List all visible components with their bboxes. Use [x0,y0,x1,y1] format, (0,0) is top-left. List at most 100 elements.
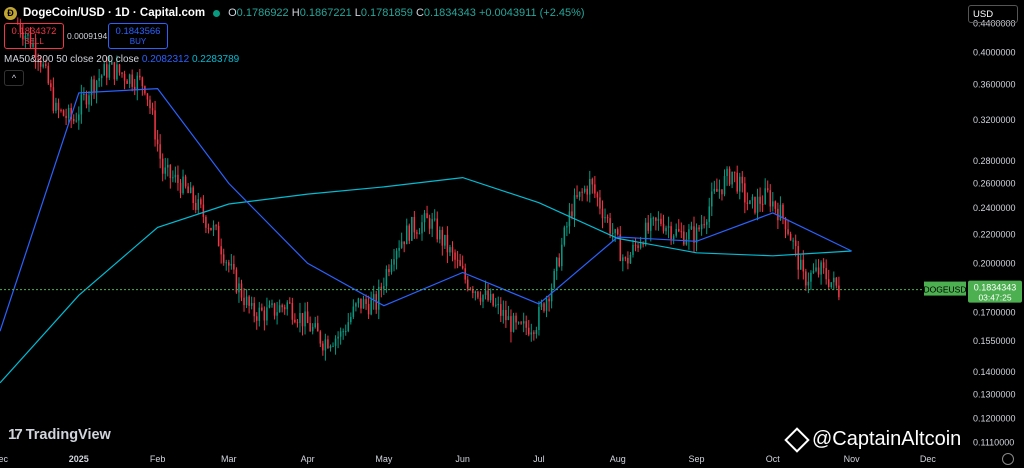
candle-body [515,315,517,323]
buy-label: BUY [129,37,147,46]
candle-body [700,224,703,230]
candle-body [413,216,416,233]
currency-selector[interactable]: USD [968,5,1018,23]
candle-body [118,64,121,73]
candle-body [591,179,594,185]
candle-body [520,322,522,324]
candle-body [243,297,245,306]
candle-body [835,277,838,286]
last-price-value: 0.1834343 [974,283,1017,293]
tv-icon: 17 [8,426,23,443]
candle-body [426,213,428,219]
y-tick-label: 0.1700000 [973,308,1016,318]
candle-body [672,235,675,240]
candle-body [759,196,761,204]
candle-body [332,345,334,347]
candle-body [418,233,421,235]
y-tick-label: 0.1400000 [973,367,1016,377]
candle-body [245,296,248,306]
candle-body [792,240,794,242]
candle-body [100,75,103,79]
candle-body [611,232,614,234]
candle-body [738,176,741,192]
candle-body [268,305,271,308]
candle-body [812,270,815,273]
candle-body [169,164,172,179]
candle-body [146,93,149,100]
change-value: +0.0043911 (+2.45%) [478,7,585,19]
candle-body [599,197,601,209]
collapse-legend-button[interactable]: ^ [4,70,24,86]
candle-body [161,158,164,174]
candle-body [805,271,807,286]
watermark-text: @CaptainAltcoin [812,428,962,450]
candle-body [250,303,253,306]
candle-body [317,323,319,332]
candle-body [156,139,159,145]
candle-body [281,305,283,308]
candle-body [403,241,405,245]
price-chart[interactable]: DOGEUSD0.44000000.40000000.36000000.3200… [0,0,1024,468]
candle-body [352,306,355,317]
candle-body [337,336,339,339]
candle-body [215,225,217,227]
candle-body [789,233,792,241]
buy-button[interactable]: 0.1843566 BUY [108,23,168,49]
watermark: @CaptainAltcoin [784,426,962,453]
y-tick-label: 0.1200000 [973,414,1016,424]
ma200-line [0,176,852,384]
candle-body [339,331,342,337]
candle-body [571,211,573,217]
candle-body [225,262,228,264]
candle-body [78,114,80,121]
candle-body [530,332,533,335]
candle-body [90,79,93,96]
candle-body [212,225,215,231]
candle-body [342,331,344,333]
y-tick-label: 0.2600000 [973,178,1016,188]
candle-body [217,225,220,247]
x-tick-label: Mar [221,454,237,464]
candle-body [713,188,716,192]
candle-body [411,216,413,241]
tradingview-logo[interactable]: 17 TradingView [8,426,111,443]
candle-body [634,244,637,246]
ma-indicator-legend[interactable]: MA50&200 50 close 200 close 0.2082312 0.… [4,54,239,65]
candle-body [88,95,90,105]
symbol-title[interactable]: DogeCoin/USD · 1D · Capital.com [23,7,205,19]
candle-body [372,294,375,300]
candle-body [67,107,70,119]
candle-body [688,229,690,240]
candle-body [817,267,820,275]
candle-body [637,245,639,248]
candle-body [728,168,731,185]
buy-price: 0.1843566 [115,26,161,37]
candle-body [200,199,202,205]
close-value: 0.1834343 [423,7,476,19]
sell-button[interactable]: 0.1834372 SELL [4,23,64,49]
candle-body [568,211,571,227]
candle-body [103,64,105,76]
candle-body [299,312,301,323]
candle-body [736,172,738,192]
ma50-value: 0.2082312 [141,54,190,65]
candle-body [800,259,802,270]
candle-body [433,218,436,220]
candle-body [444,234,446,246]
candle-body [675,228,677,236]
x-tick-label: 2025 [69,454,89,464]
candle-body [189,187,192,194]
gear-icon[interactable] [1002,453,1014,465]
candle-body [690,226,693,230]
y-tick-label: 0.1550000 [973,336,1016,346]
candle-body [121,72,123,74]
candle-body [222,254,225,263]
candle-body [548,298,550,302]
candle-body [182,176,184,194]
candle-body [543,303,545,311]
y-tick-label: 0.3200000 [973,115,1016,125]
candle-body [525,321,527,328]
candle-body [716,188,718,192]
sell-price: 0.1834372 [11,26,57,37]
y-tick-label: 0.1110000 [973,437,1014,447]
